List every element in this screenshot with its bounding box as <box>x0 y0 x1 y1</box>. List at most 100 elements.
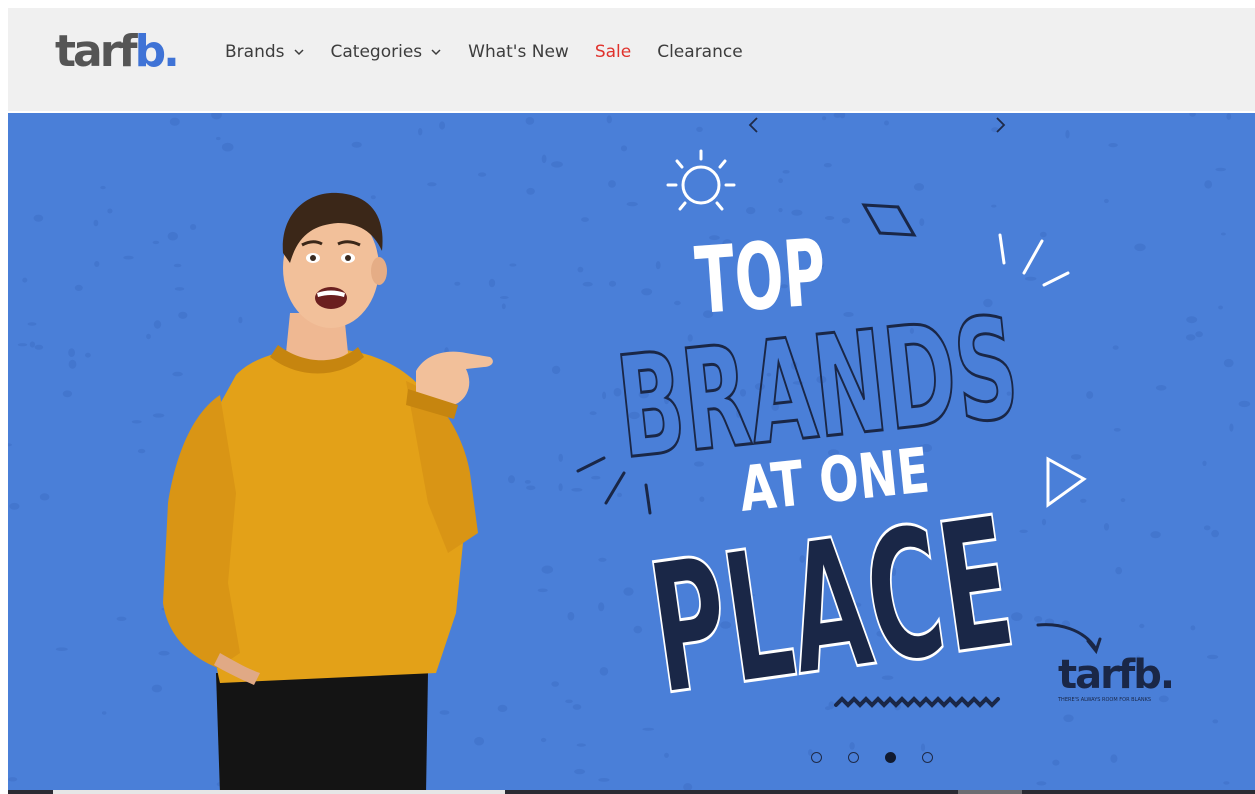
speckle <box>216 136 221 141</box>
speckle <box>1195 331 1203 338</box>
speckle <box>884 120 889 126</box>
speckle <box>1218 305 1223 310</box>
speckle <box>1211 529 1219 538</box>
speckle <box>454 281 461 286</box>
speckle <box>1223 358 1234 368</box>
speckle <box>655 261 661 270</box>
speckle <box>8 443 12 447</box>
headline-line-4: PLACE <box>639 479 1025 736</box>
speckle <box>699 496 705 502</box>
speckle <box>1024 276 1037 281</box>
brand-mark-tagline: THERE'S ALWAYS ROOM FOR BLANKS <box>1057 697 1151 703</box>
carousel-dot-2[interactable] <box>848 752 859 763</box>
speckle <box>499 296 509 299</box>
speckle <box>22 277 28 283</box>
speckle <box>1113 428 1121 432</box>
speckle <box>93 219 99 227</box>
headline: TOP BRANDS AT ONE PLACE <box>609 219 1027 737</box>
strip-segment <box>53 790 505 794</box>
speckle <box>991 204 997 208</box>
nav-label: Sale <box>594 42 632 62</box>
speckle <box>1185 334 1196 341</box>
speckle <box>913 183 925 191</box>
speckle <box>55 647 68 651</box>
speckle <box>1052 759 1060 766</box>
speckle <box>620 145 628 152</box>
speckle <box>1238 400 1251 408</box>
speckle <box>509 263 517 267</box>
speckle <box>238 316 243 324</box>
speckle <box>526 187 535 195</box>
speckle <box>567 611 575 621</box>
speckle <box>1080 498 1087 503</box>
site-logo[interactable]: tarfb. <box>55 30 180 74</box>
speckle <box>107 208 113 214</box>
speckle <box>94 261 100 267</box>
speckle <box>1203 525 1211 531</box>
nav-item-sale[interactable]: Sale <box>595 42 631 62</box>
chevron-left-icon[interactable] <box>742 113 766 137</box>
speckle <box>591 475 601 480</box>
nav-label: Brands <box>225 42 285 62</box>
speckle <box>153 320 162 329</box>
speckle <box>9 502 20 510</box>
carousel-dot-3[interactable] <box>885 752 896 763</box>
speckle <box>1019 529 1028 533</box>
nav-item-categories[interactable]: Categories <box>331 42 443 62</box>
chevron-down-icon <box>431 49 441 56</box>
speckle <box>571 488 583 492</box>
chevron-right-icon[interactable] <box>988 113 1012 137</box>
speckle <box>137 448 146 454</box>
speckle <box>1212 719 1219 724</box>
speckle <box>1189 113 1196 117</box>
speckle <box>551 365 561 375</box>
speckle <box>101 711 107 715</box>
site-header: tarfb. Brands Categories What's New Sale… <box>8 8 1255 111</box>
speckle <box>598 778 610 782</box>
nav-label: What's New <box>468 42 569 62</box>
speckle <box>565 699 573 704</box>
speckle <box>158 650 170 656</box>
speckle <box>68 359 77 369</box>
speckle <box>1108 143 1118 148</box>
speckle <box>524 480 531 484</box>
speckle <box>606 115 612 124</box>
speckle <box>151 684 163 693</box>
speckle <box>1039 231 1047 238</box>
speckle <box>1063 714 1074 723</box>
speckle <box>211 113 222 120</box>
logo-accent-text: b. <box>134 26 180 77</box>
nav-item-whats-new[interactable]: What's New <box>468 42 569 62</box>
speckle <box>34 344 44 350</box>
nav-item-brands[interactable]: Brands <box>225 42 305 62</box>
speckle <box>131 420 142 424</box>
hero-brand-mark: tarfb. THERE'S ALWAYS ROOM FOR BLANKS <box>1057 652 1175 703</box>
speckle <box>608 180 616 188</box>
speckle <box>778 178 783 184</box>
speckle <box>74 284 83 291</box>
speckle <box>1150 531 1161 539</box>
speckle <box>674 300 681 306</box>
carousel-dots <box>811 752 959 763</box>
speckle <box>178 311 188 319</box>
speckle <box>841 217 851 224</box>
speckle <box>167 231 178 241</box>
speckle <box>1190 625 1196 631</box>
speckle <box>100 185 106 190</box>
speckle <box>29 341 35 348</box>
carousel-dot-1[interactable] <box>811 752 822 763</box>
speckle <box>1220 232 1226 236</box>
carousel-dot-4[interactable] <box>922 752 933 763</box>
speckle <box>633 625 643 634</box>
hero-banner[interactable]: TOP BRANDS AT ONE PLACE tarfb. THERE'S A… <box>8 113 1255 794</box>
speckle <box>173 263 182 268</box>
nav-label: Clearance <box>657 42 743 62</box>
nav-item-clearance[interactable]: Clearance <box>657 42 742 62</box>
nav-label: Categories <box>330 42 423 62</box>
speckle <box>474 736 485 746</box>
speckle <box>27 322 37 326</box>
speckle <box>439 710 450 715</box>
speckle <box>572 704 582 710</box>
brand-mark-main: tarf <box>1058 652 1136 698</box>
speckle <box>541 154 547 164</box>
